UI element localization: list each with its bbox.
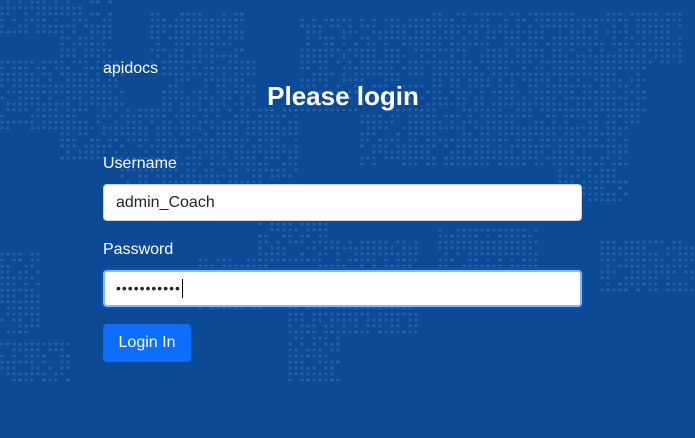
username-input[interactable]: admin_Coach (103, 184, 582, 221)
page-title: Please login (267, 81, 419, 111)
brand-name: apidocs (103, 60, 159, 77)
username-label: Username (103, 155, 177, 172)
password-masked-value: ••••••••••• (116, 280, 181, 296)
login-button[interactable]: Login In (103, 324, 191, 362)
text-caret (181, 279, 183, 299)
password-label: Password (103, 241, 174, 258)
password-input[interactable]: ••••••••••• (103, 270, 582, 307)
username-value: admin_Coach (116, 194, 215, 211)
